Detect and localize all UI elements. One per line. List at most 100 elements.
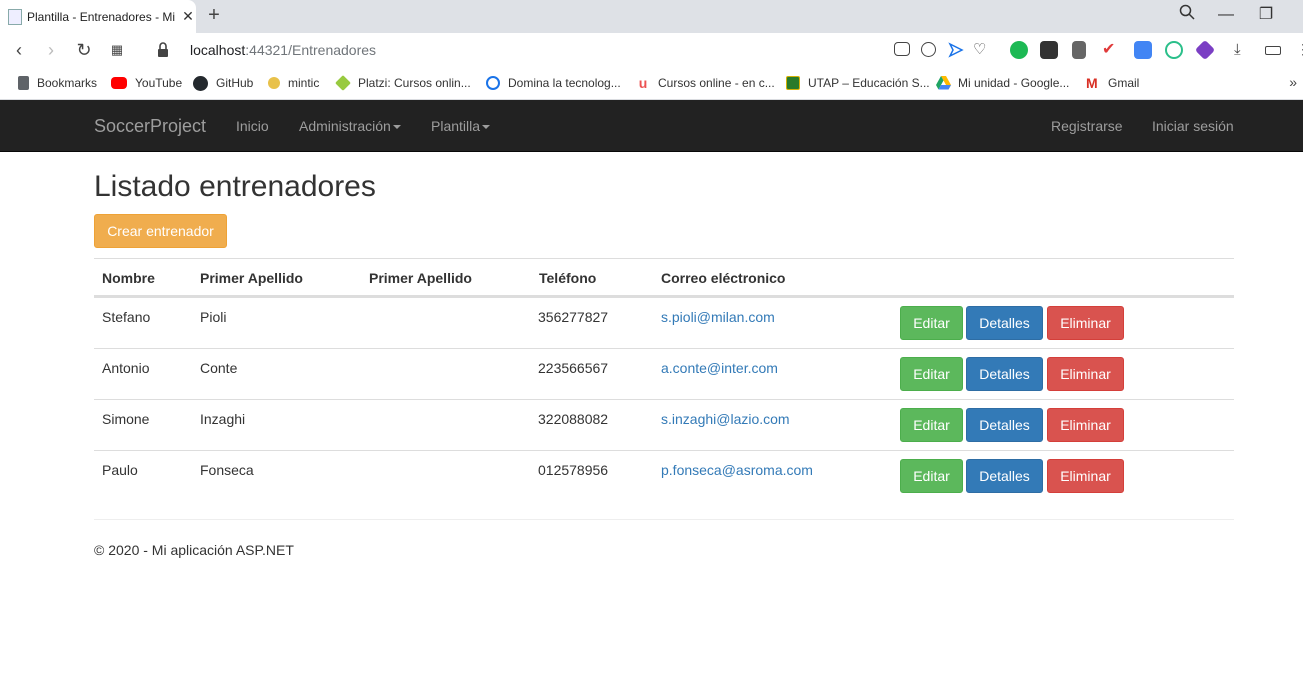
browser-toolbar: ‹ › ↻ ▦ localhost:44321/Entrenadores ♡ ✔… xyxy=(0,33,1303,68)
cell-nombre: Antonio xyxy=(102,360,150,376)
bookmark-item[interactable]: GitHub xyxy=(193,68,253,98)
details-button[interactable]: Detalles xyxy=(966,357,1043,391)
menu-icon[interactable]: ⋮ xyxy=(1296,41,1303,59)
cell-telefono: 223566567 xyxy=(538,360,609,376)
mintic-icon xyxy=(268,77,280,89)
table-row: Paulo Fonseca 012578956 p.fonseca@asroma… xyxy=(94,450,1234,501)
bookmark-item[interactable]: UTAP – Educación S... xyxy=(786,68,930,98)
grammar-extension-icon[interactable] xyxy=(1165,41,1183,59)
edit-button[interactable]: Editar xyxy=(900,459,963,493)
dots-extension-icon[interactable] xyxy=(1040,41,1058,59)
bookmark-item[interactable]: Bookmarks xyxy=(18,68,97,98)
new-tab-icon[interactable]: + xyxy=(204,4,224,26)
cell-nombre: Paulo xyxy=(102,462,138,478)
forward-icon[interactable]: › xyxy=(40,39,62,61)
nav-administracion[interactable]: Administración xyxy=(299,118,401,134)
restore-icon[interactable]: ❐ xyxy=(1254,4,1278,26)
bookmark-item[interactable]: Platzi: Cursos onlin... xyxy=(335,68,471,98)
drive-icon xyxy=(936,76,951,90)
apps-grid-icon[interactable]: ▦ xyxy=(106,39,128,61)
tick-extension-icon[interactable]: ✔ xyxy=(1102,42,1120,60)
minimize-icon[interactable]: — xyxy=(1214,4,1238,26)
back-icon[interactable]: ‹ xyxy=(8,39,30,61)
cell-apellido1: Conte xyxy=(200,360,238,376)
check-extension-icon[interactable] xyxy=(1010,41,1028,59)
gmail-icon: M xyxy=(1086,75,1098,91)
heart-icon[interactable]: ♡ xyxy=(973,42,991,60)
bookmark-item[interactable]: mintic xyxy=(268,68,319,98)
nav-iniciar-sesion[interactable]: Iniciar sesión xyxy=(1152,118,1234,134)
nav-plantilla[interactable]: Plantilla xyxy=(431,118,491,134)
caret-down-icon xyxy=(482,125,491,130)
cell-telefono: 012578956 xyxy=(538,462,609,478)
utap-icon xyxy=(786,76,800,90)
translate-icon[interactable] xyxy=(1134,41,1152,59)
tab-close-icon[interactable]: ✕ xyxy=(181,8,195,25)
cell-telefono: 322088082 xyxy=(538,411,609,427)
page-favicon-icon xyxy=(8,8,22,25)
reload-icon[interactable]: ↻ xyxy=(73,39,95,61)
delete-button[interactable]: Eliminar xyxy=(1047,459,1124,493)
search-tabs-icon[interactable] xyxy=(1175,4,1199,26)
eyedropper-extension-icon[interactable] xyxy=(1072,41,1086,59)
file-icon xyxy=(18,76,29,90)
details-button[interactable]: Detalles xyxy=(966,459,1043,493)
bookmark-item[interactable]: u Cursos online - en c... xyxy=(636,68,775,98)
address-bar[interactable]: localhost:44321/Entrenadores xyxy=(190,42,376,58)
cell-nombre: Stefano xyxy=(102,309,151,325)
nav-registrarse[interactable]: Registrarse xyxy=(1051,118,1123,134)
block-icon[interactable] xyxy=(921,42,936,57)
bookmarks-overflow-icon[interactable]: » xyxy=(1289,74,1297,90)
coaches-table: Nombre Primer Apellido Primer Apellido T… xyxy=(94,258,1234,501)
details-button[interactable]: Detalles xyxy=(966,306,1043,340)
cell-apellido1: Fonseca xyxy=(200,462,254,478)
cell-nombre: Simone xyxy=(102,411,150,427)
cube-extension-icon[interactable] xyxy=(1194,39,1216,61)
nav-inicio[interactable]: Inicio xyxy=(236,118,269,134)
cell-apellido1: Pioli xyxy=(200,309,227,325)
table-row: Antonio Conte 223566567 a.conte@inter.co… xyxy=(94,348,1234,399)
table-row: Simone Inzaghi 322088082 s.inzaghi@lazio… xyxy=(94,399,1234,450)
youtube-icon xyxy=(111,77,127,89)
header-correo: Correo eléctronico xyxy=(661,270,786,286)
details-button[interactable]: Detalles xyxy=(966,408,1043,442)
bookmark-item[interactable]: M Gmail xyxy=(1086,68,1139,98)
lock-icon[interactable] xyxy=(157,42,169,58)
bookmark-item[interactable]: Domina la tecnolog... xyxy=(486,68,621,98)
camera-icon[interactable] xyxy=(894,42,910,56)
battery-icon xyxy=(1265,46,1281,55)
caret-down-icon xyxy=(392,125,401,130)
delete-button[interactable]: Eliminar xyxy=(1047,357,1124,391)
header-segundo-apellido: Primer Apellido xyxy=(369,270,472,286)
cell-apellido1: Inzaghi xyxy=(200,411,246,427)
cell-correo-link[interactable]: p.fonseca@asroma.com xyxy=(661,462,813,478)
tab-title: Plantilla - Entrenadores - Mi aplicación… xyxy=(27,9,175,24)
send-icon[interactable] xyxy=(948,42,966,60)
edit-button[interactable]: Editar xyxy=(900,408,963,442)
browser-tab[interactable]: Plantilla - Entrenadores - Mi aplicación… xyxy=(0,0,196,33)
header-telefono: Teléfono xyxy=(539,270,597,286)
table-header: Nombre Primer Apellido Primer Apellido T… xyxy=(94,259,1234,297)
edit-button[interactable]: Editar xyxy=(900,306,963,340)
brand-link[interactable]: SoccerProject xyxy=(94,116,206,137)
footer-divider xyxy=(94,519,1234,520)
bookmark-item[interactable]: YouTube xyxy=(111,68,182,98)
header-nombre: Nombre xyxy=(102,270,155,286)
delete-button[interactable]: Eliminar xyxy=(1047,306,1124,340)
bookmark-item[interactable]: Mi unidad - Google... xyxy=(936,68,1069,98)
edit-button[interactable]: Editar xyxy=(900,357,963,391)
cell-correo-link[interactable]: a.conte@inter.com xyxy=(661,360,778,376)
platzi-icon xyxy=(335,75,351,91)
download-icon[interactable]: ⤓ xyxy=(1234,42,1252,60)
cell-telefono: 356277827 xyxy=(538,309,609,325)
browser-tab-bar: Plantilla - Entrenadores - Mi aplicación… xyxy=(0,0,1303,33)
github-icon xyxy=(193,75,208,91)
create-coach-button[interactable]: Crear entrenador xyxy=(94,214,227,248)
app-navbar: SoccerProject Inicio Administración Plan… xyxy=(0,100,1303,152)
footer-text: © 2020 - Mi aplicación ASP.NET xyxy=(94,542,294,558)
cell-correo-link[interactable]: s.inzaghi@lazio.com xyxy=(661,411,790,427)
domina-icon xyxy=(486,76,500,90)
cell-correo-link[interactable]: s.pioli@milan.com xyxy=(661,309,775,325)
bookmarks-bar: Bookmarks YouTube GitHub mintic Platzi: … xyxy=(0,68,1303,100)
delete-button[interactable]: Eliminar xyxy=(1047,408,1124,442)
